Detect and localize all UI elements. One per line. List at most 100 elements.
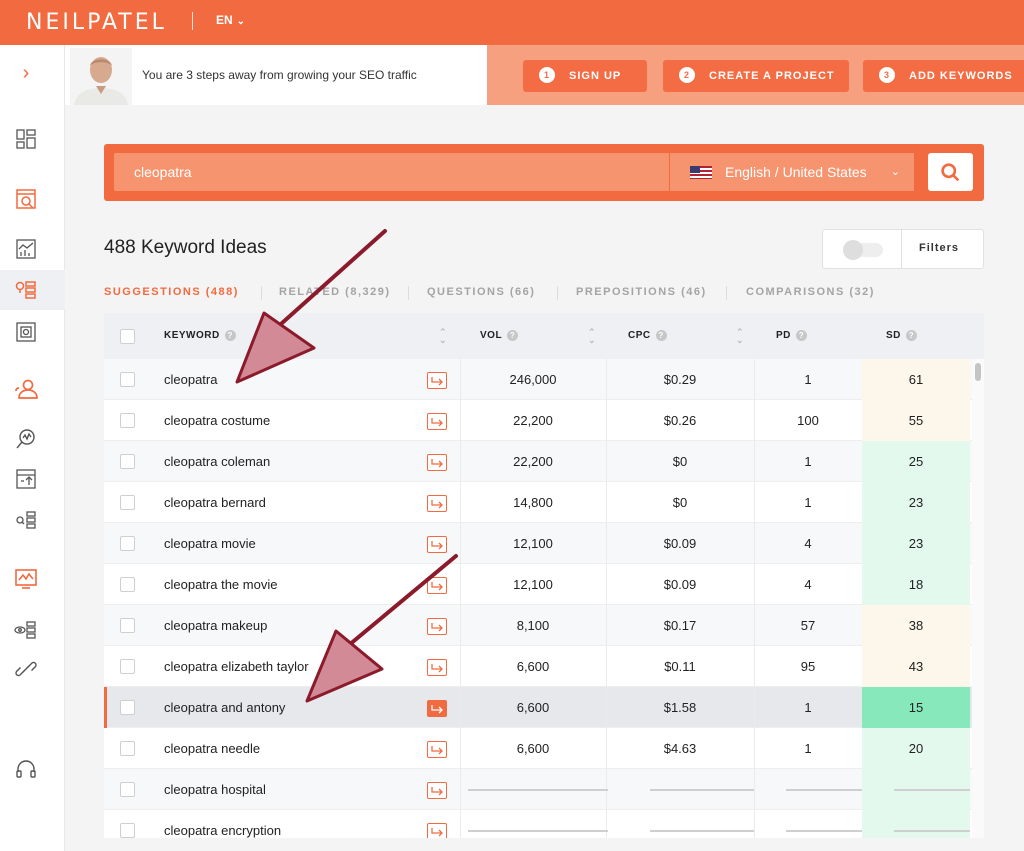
pd-cell: 1 bbox=[804, 741, 812, 756]
row-checkbox[interactable] bbox=[120, 413, 135, 428]
link-icon[interactable] bbox=[14, 657, 38, 681]
keyword-cell[interactable]: cleopatra the movie bbox=[164, 564, 277, 605]
keyword-cell[interactable]: cleopatra movie bbox=[164, 523, 256, 564]
keyword-cell[interactable]: cleopatra bernard bbox=[164, 482, 266, 523]
traffic-analyzer-icon[interactable] bbox=[14, 237, 38, 261]
keyword-cell[interactable]: cleopatra makeup bbox=[164, 605, 267, 646]
add-keywords-step-button[interactable]: 3 ADD KEYWORDS bbox=[863, 60, 1024, 92]
tab-related[interactable]: RELATED (8,329) bbox=[279, 286, 391, 298]
dashboard-icon[interactable] bbox=[14, 127, 38, 151]
sort-icon[interactable]: ⌃ ⌄ bbox=[588, 328, 596, 345]
table-row[interactable]: cleopatra bernard 14,800 $0 1 23 bbox=[104, 482, 984, 523]
open-keyword-overview-icon[interactable] bbox=[427, 741, 447, 758]
table-row[interactable]: cleopatra 246,000 $0.29 1 61 bbox=[104, 359, 984, 400]
row-checkbox[interactable] bbox=[120, 454, 135, 469]
help-icon[interactable]: ? bbox=[905, 330, 917, 341]
locale-selector[interactable]: English / United States ⌄ bbox=[669, 153, 914, 191]
keyword-search-list-icon[interactable] bbox=[14, 508, 38, 532]
open-keyword-overview-icon[interactable] bbox=[427, 413, 447, 430]
select-all-checkbox[interactable] bbox=[120, 329, 135, 344]
table-row[interactable]: cleopatra movie 12,100 $0.09 4 23 bbox=[104, 523, 984, 564]
pd-cell: 57 bbox=[800, 618, 816, 633]
help-icon[interactable]: ? bbox=[224, 330, 236, 341]
open-keyword-overview-icon[interactable] bbox=[427, 618, 447, 635]
expand-sidebar-icon[interactable]: › bbox=[0, 53, 52, 93]
open-keyword-overview-icon[interactable] bbox=[427, 495, 447, 512]
row-checkbox[interactable] bbox=[120, 372, 135, 387]
row-checkbox[interactable] bbox=[120, 536, 135, 551]
filters-control[interactable]: Filters bbox=[822, 229, 984, 269]
row-checkbox[interactable] bbox=[120, 577, 135, 592]
column-label: VOL bbox=[480, 330, 503, 341]
keyword-cell[interactable]: cleopatra needle bbox=[164, 728, 260, 769]
table-row[interactable]: cleopatra costume 22,200 $0.26 100 55 bbox=[104, 400, 984, 441]
column-sd[interactable]: SD? bbox=[886, 313, 917, 359]
open-keyword-overview-icon[interactable] bbox=[427, 823, 447, 838]
users-icon[interactable] bbox=[14, 377, 38, 401]
rank-tracking-icon[interactable] bbox=[14, 467, 38, 491]
open-keyword-overview-icon[interactable] bbox=[427, 700, 447, 717]
help-icon[interactable]: ? bbox=[507, 330, 519, 341]
table-row[interactable]: cleopatra and antony 6,600 $1.58 1 15 bbox=[104, 687, 984, 728]
empty-value-placeholder bbox=[894, 789, 970, 791]
row-checkbox[interactable] bbox=[120, 659, 135, 674]
analytics-monitor-icon[interactable] bbox=[14, 567, 38, 591]
tab-prepositions[interactable]: PREPOSITIONS (46) bbox=[576, 286, 707, 298]
table-row[interactable]: cleopatra makeup 8,100 $0.17 57 38 bbox=[104, 605, 984, 646]
table-row[interactable]: cleopatra needle 6,600 $4.63 1 20 bbox=[104, 728, 984, 769]
row-checkbox[interactable] bbox=[120, 700, 135, 715]
table-row[interactable]: cleopatra coleman 22,200 $0 1 25 bbox=[104, 441, 984, 482]
open-keyword-overview-icon[interactable] bbox=[427, 782, 447, 799]
headset-support-icon[interactable] bbox=[14, 757, 38, 781]
vol-cell: 22,200 bbox=[513, 413, 553, 428]
help-icon[interactable]: ? bbox=[655, 330, 667, 341]
content-ideas-icon[interactable] bbox=[14, 320, 38, 344]
row-checkbox[interactable] bbox=[120, 495, 135, 510]
tab-comparisons[interactable]: COMPARISONS (32) bbox=[746, 286, 875, 298]
column-vol[interactable]: VOL? bbox=[480, 313, 519, 359]
keyword-cell[interactable]: cleopatra encryption bbox=[164, 810, 281, 838]
keyword-cell[interactable]: cleopatra coleman bbox=[164, 441, 270, 482]
sort-icon[interactable]: ⌃ ⌄ bbox=[439, 328, 447, 345]
keyword-cell[interactable]: cleopatra costume bbox=[164, 400, 270, 441]
open-keyword-overview-icon[interactable] bbox=[427, 577, 447, 594]
keyword-ideas-icon[interactable] bbox=[0, 270, 65, 310]
brand-logo[interactable]: NEILPATEL bbox=[26, 10, 167, 35]
visibility-list-icon[interactable] bbox=[14, 618, 38, 642]
keyword-cell[interactable]: cleopatra elizabeth taylor bbox=[164, 646, 309, 687]
keyword-search-input[interactable] bbox=[114, 153, 669, 191]
filters-button[interactable]: Filters bbox=[919, 242, 959, 254]
row-checkbox[interactable] bbox=[120, 741, 135, 756]
tab-suggestions[interactable]: SUGGESTIONS (488) bbox=[104, 286, 239, 298]
open-keyword-overview-icon[interactable] bbox=[427, 454, 447, 471]
column-cpc[interactable]: CPC? bbox=[628, 313, 667, 359]
table-row[interactable]: cleopatra hospital bbox=[104, 769, 984, 810]
tab-questions[interactable]: QUESTIONS (66) bbox=[427, 286, 535, 298]
table-scrollbar[interactable] bbox=[972, 359, 984, 838]
language-selector[interactable]: EN ⌄ bbox=[216, 13, 245, 27]
pd-cell: 100 bbox=[797, 413, 819, 428]
keyword-cell[interactable]: cleopatra hospital bbox=[164, 769, 266, 810]
table-row[interactable]: cleopatra encryption bbox=[104, 810, 984, 838]
keyword-cell[interactable]: cleopatra and antony bbox=[164, 687, 285, 728]
filters-toggle[interactable] bbox=[843, 240, 883, 260]
site-audit-icon[interactable] bbox=[14, 187, 38, 211]
table-row[interactable]: cleopatra the movie 12,100 $0.09 4 18 bbox=[104, 564, 984, 605]
backlinks-icon[interactable] bbox=[14, 427, 38, 451]
column-keyword[interactable]: KEYWORD? bbox=[164, 313, 236, 359]
table-row[interactable]: cleopatra elizabeth taylor 6,600 $0.11 95 43 bbox=[104, 646, 984, 687]
scrollbar-thumb[interactable] bbox=[975, 363, 981, 381]
search-button[interactable] bbox=[928, 153, 973, 191]
row-checkbox[interactable] bbox=[120, 782, 135, 797]
row-checkbox[interactable] bbox=[120, 823, 135, 838]
sign-up-step-button[interactable]: 1 SIGN UP bbox=[523, 60, 647, 92]
keyword-cell[interactable]: cleopatra bbox=[164, 359, 217, 400]
column-pd[interactable]: PD? bbox=[776, 313, 807, 359]
sort-icon[interactable]: ⌃ ⌄ bbox=[736, 328, 744, 345]
open-keyword-overview-icon[interactable] bbox=[427, 659, 447, 676]
open-keyword-overview-icon[interactable] bbox=[427, 536, 447, 553]
open-keyword-overview-icon[interactable] bbox=[427, 372, 447, 389]
row-checkbox[interactable] bbox=[120, 618, 135, 633]
help-icon[interactable]: ? bbox=[795, 330, 807, 341]
create-project-step-button[interactable]: 2 CREATE A PROJECT bbox=[663, 60, 849, 92]
